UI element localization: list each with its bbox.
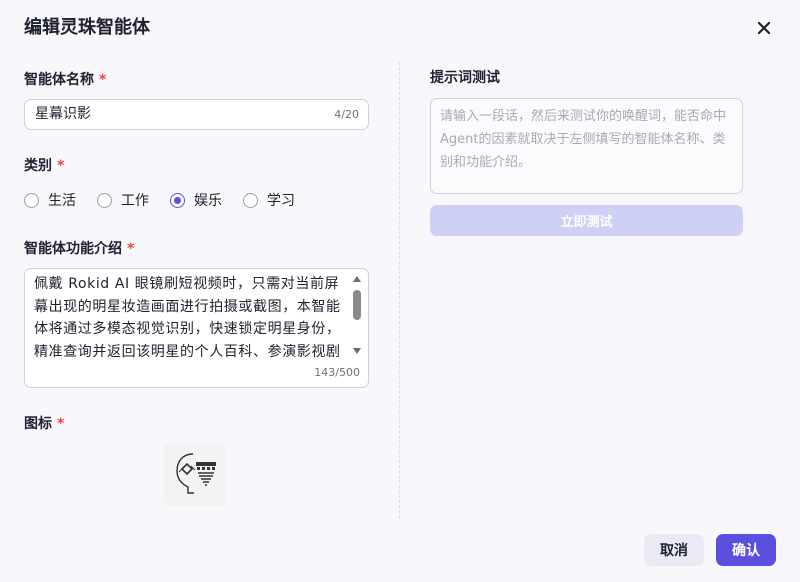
radio-option-life[interactable]: 生活 xyxy=(24,190,76,210)
radio-label: 生活 xyxy=(48,193,76,209)
name-label: 智能体名称 * xyxy=(24,71,106,89)
description-label-text: 智能体功能介绍 xyxy=(24,241,122,257)
name-char-count: 4/20 xyxy=(334,108,359,121)
agent-icon-image[interactable] xyxy=(164,444,226,506)
dialog-title: 编辑灵珠智能体 xyxy=(24,17,150,38)
radio-button[interactable] xyxy=(243,192,258,208)
radio-option-study[interactable]: 学习 xyxy=(243,190,295,210)
radio-button-selected[interactable] xyxy=(170,192,185,208)
agent-name-input[interactable]: 星幕识影 4/20 xyxy=(24,99,369,130)
test-now-button[interactable]: 立即测试 xyxy=(430,205,743,236)
radio-button[interactable] xyxy=(97,192,112,208)
edit-agent-dialog: 编辑灵珠智能体 智能体名称 * 星幕识影 4/20 类别 * 生活 工作 娱乐 学习 xyxy=(0,0,800,582)
required-mark: * xyxy=(57,416,65,432)
description-scrollbar[interactable] xyxy=(352,276,362,354)
agent-name-value: 星幕识影 xyxy=(35,106,91,122)
close-icon xyxy=(757,21,771,35)
column-divider xyxy=(399,62,400,518)
category-label: 类别 * xyxy=(24,157,64,175)
cancel-button[interactable]: 取消 xyxy=(644,534,704,566)
star-logo-icon xyxy=(176,453,216,494)
description-text: 佩戴 Rokid AI 眼镜刷短视频时，只需对当前屏幕出现的明星妆造画面进行拍摄… xyxy=(34,276,341,360)
icon-label-text: 图标 xyxy=(24,416,52,432)
description-label: 智能体功能介绍 * xyxy=(24,240,134,258)
radio-label: 娱乐 xyxy=(194,193,222,209)
icon-label: 图标 * xyxy=(24,415,64,433)
radio-label: 工作 xyxy=(121,193,149,209)
required-mark: * xyxy=(127,241,135,257)
close-button[interactable] xyxy=(752,16,776,40)
required-mark: * xyxy=(99,72,107,88)
radio-label: 学习 xyxy=(267,193,295,209)
radio-button[interactable] xyxy=(24,192,39,208)
prompt-test-input[interactable]: 请输入一段话，然后来测试你的唤醒词，能否命中Agent的因素就取决于左侧填写的智… xyxy=(430,98,743,194)
scroll-up-icon[interactable] xyxy=(353,276,361,282)
radio-option-work[interactable]: 工作 xyxy=(97,190,149,210)
description-char-count: 143/500 xyxy=(314,366,360,379)
description-textarea[interactable]: 佩戴 Rokid AI 眼镜刷短视频时，只需对当前屏幕出现的明星妆造画面进行拍摄… xyxy=(24,268,369,388)
confirm-button[interactable]: 确认 xyxy=(716,534,776,566)
scrollbar-thumb[interactable] xyxy=(353,290,361,320)
radio-option-entertainment[interactable]: 娱乐 xyxy=(170,190,222,210)
scroll-down-icon[interactable] xyxy=(353,348,361,354)
required-mark: * xyxy=(57,158,65,174)
category-label-text: 类别 xyxy=(24,158,52,174)
name-label-text: 智能体名称 xyxy=(24,72,94,88)
prompt-test-label: 提示词测试 xyxy=(430,70,500,86)
category-radio-group: 生活 工作 娱乐 学习 xyxy=(24,190,316,210)
